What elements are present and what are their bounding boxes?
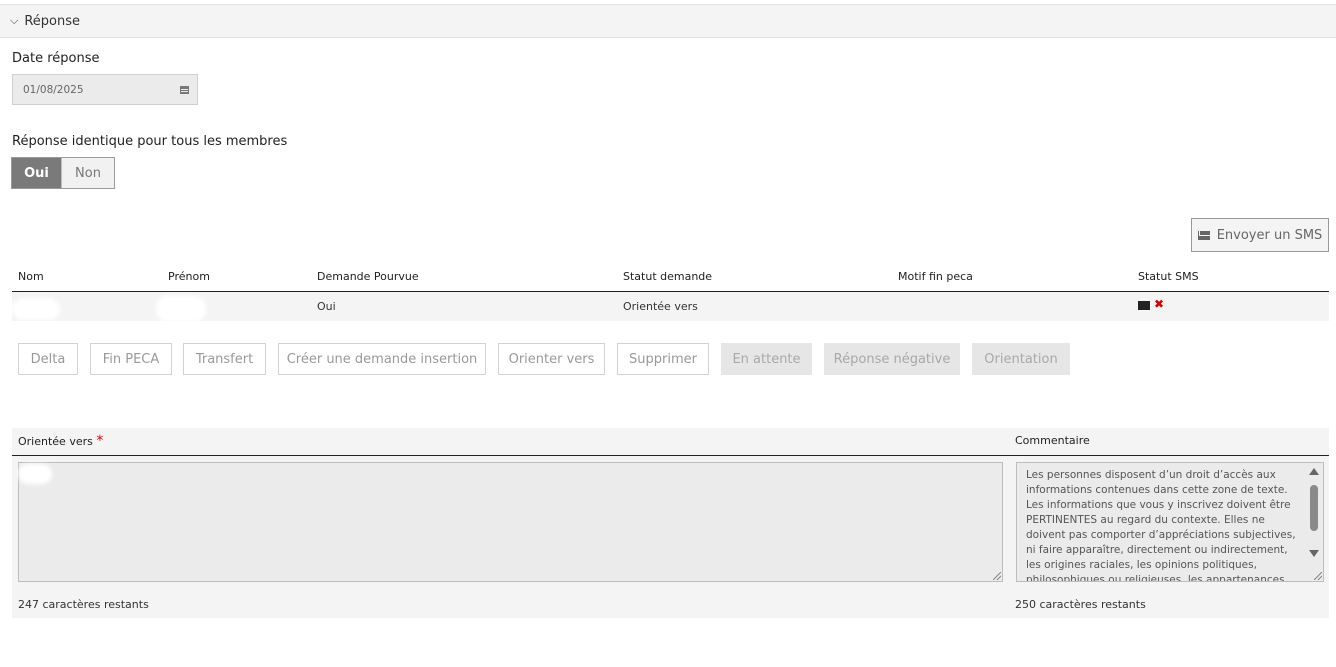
envelope-icon — [1197, 230, 1210, 240]
transfert-button[interactable]: Transfert — [183, 343, 266, 375]
cell-statut-demande: Orientée vers — [623, 300, 698, 313]
fin-peca-button[interactable]: Fin PECA — [90, 343, 172, 375]
date-input[interactable]: 01/08/2025 — [12, 74, 198, 105]
redacted-prenom — [156, 296, 206, 322]
section-header-reponse[interactable]: ⌵ Réponse — [0, 4, 1336, 38]
send-sms-button[interactable]: Envoyer un SMS — [1191, 218, 1329, 252]
scrollbar-thumb[interactable] — [1310, 485, 1318, 531]
orientation-button[interactable]: Orientation — [972, 343, 1070, 375]
col-header-statut-demande: Statut demande — [623, 270, 713, 283]
orientee-vers-label: Orientée vers * — [18, 433, 104, 449]
calendar-icon[interactable] — [180, 85, 189, 94]
redacted-nom — [12, 298, 60, 320]
col-header-demande-pourvue: Demande Pourvue — [317, 270, 419, 283]
creer-demande-insertion-button[interactable]: Créer une demande insertion — [278, 343, 486, 375]
reponse-negative-button[interactable]: Réponse négative — [824, 343, 960, 375]
send-sms-label: Envoyer un SMS — [1216, 227, 1323, 243]
section-title: Réponse — [24, 13, 81, 29]
orienter-vers-button[interactable]: Orienter vers — [498, 343, 605, 375]
cell-demande-pourvue: Oui — [317, 300, 336, 313]
commentaire-label: Commentaire — [1015, 434, 1090, 447]
envelope-icon — [1138, 301, 1150, 310]
col-header-statut-sms: Statut SMS — [1138, 270, 1199, 283]
identical-label: Réponse identique pour tous les membres — [12, 134, 288, 149]
scroll-up-arrow-icon[interactable] — [1309, 468, 1319, 475]
redacted-orientee-value — [18, 464, 52, 484]
identical-toggle[interactable]: Oui Non — [11, 157, 115, 189]
supprimer-button[interactable]: Supprimer — [617, 343, 709, 375]
chevron-down-icon: ⌵ — [10, 14, 19, 27]
toggle-non[interactable]: Non — [61, 158, 114, 188]
col-header-nom: Nom — [18, 270, 44, 283]
orientee-vers-textarea[interactable] — [18, 462, 1003, 582]
resize-grip-icon[interactable] — [1314, 572, 1322, 580]
col-header-prenom: Prénom — [168, 270, 210, 283]
toggle-oui[interactable]: Oui — [12, 158, 61, 188]
resize-grip-icon[interactable] — [993, 572, 1001, 580]
delta-button[interactable]: Delta — [18, 343, 78, 375]
col-header-motif-fin-peca: Motif fin peca — [898, 270, 973, 283]
required-asterisk: * — [96, 433, 104, 449]
form-header-divider — [12, 455, 1329, 456]
cross-icon: ✖ — [1154, 297, 1165, 311]
date-label: Date réponse — [12, 51, 100, 66]
date-value: 01/08/2025 — [23, 83, 84, 96]
commentaire-text: Les personnes disposent d’un droit d’acc… — [1026, 469, 1296, 581]
commentaire-counter: 250 caractères restants — [1015, 598, 1146, 611]
orientee-counter: 247 caractères restants — [18, 598, 149, 611]
en-attente-button[interactable]: En attente — [721, 343, 812, 375]
scroll-down-arrow-icon[interactable] — [1309, 550, 1319, 557]
